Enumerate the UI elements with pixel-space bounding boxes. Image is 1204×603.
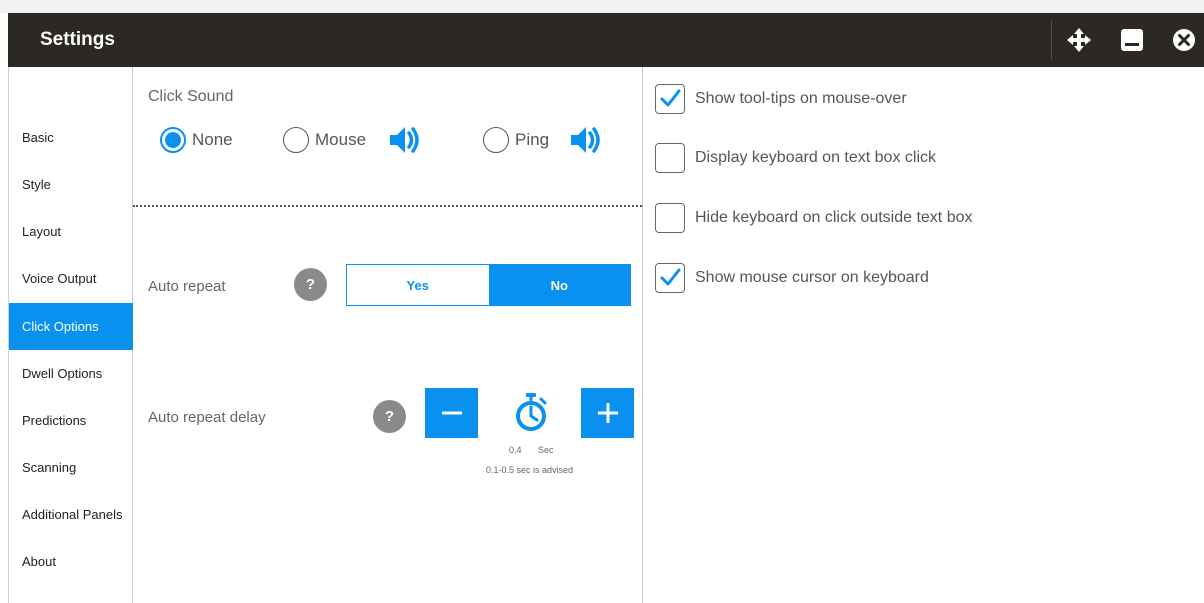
- radio-mouse-circle: [283, 127, 309, 153]
- sidebar-item-additional-panels[interactable]: Additional Panels: [9, 491, 133, 538]
- move-icon: [1067, 28, 1091, 52]
- speaker-icon[interactable]: [569, 123, 603, 157]
- sidebar-item-basic[interactable]: Basic: [9, 114, 133, 161]
- display-keyboard-checkbox[interactable]: [655, 143, 685, 173]
- auto-repeat-toggle: Yes No: [346, 264, 631, 306]
- mouse-cursor-label: Show mouse cursor on keyboard: [695, 269, 929, 286]
- mouse-cursor-checkbox[interactable]: [655, 263, 685, 293]
- radio-mouse-label: Mouse: [315, 130, 367, 149]
- sidebar-item-dwell-options[interactable]: Dwell Options: [9, 350, 133, 397]
- decrease-button[interactable]: [425, 388, 478, 438]
- auto-repeat-label: Auto repeat: [148, 278, 226, 295]
- section-divider: [133, 205, 642, 207]
- plus-icon: [597, 403, 618, 423]
- delay-value: 0.4: [509, 445, 522, 455]
- radio-ping[interactable]: Ping: [483, 127, 549, 153]
- tooltips-checkbox-row[interactable]: Show tool-tips on mouse-over: [655, 84, 907, 114]
- close-icon: [1173, 29, 1195, 51]
- checkmark-icon: [660, 89, 681, 107]
- hide-keyboard-checkbox[interactable]: [655, 203, 685, 233]
- sidebar-item-voice-output[interactable]: Voice Output: [9, 255, 133, 302]
- close-button[interactable]: [1170, 26, 1198, 54]
- radio-none-label: None: [192, 130, 233, 149]
- minimize-icon: [1121, 29, 1143, 51]
- radio-ping-label: Ping: [515, 130, 550, 149]
- radio-none-circle: [160, 127, 186, 153]
- auto-repeat-help-icon[interactable]: ?: [294, 268, 327, 301]
- general-options-panel: Show tool-tips on mouse-over Display key…: [643, 67, 1204, 603]
- auto-repeat-delay-label: Auto repeat delay: [148, 409, 266, 426]
- radio-none[interactable]: None: [160, 127, 233, 153]
- stopwatch-icon: [516, 393, 547, 431]
- hide-keyboard-label: Hide keyboard on click outside text box: [695, 209, 973, 226]
- minus-icon: [441, 411, 462, 415]
- sidebar-item-layout[interactable]: Layout: [9, 208, 133, 255]
- increase-button[interactable]: [581, 388, 634, 438]
- radio-mouse[interactable]: Mouse: [283, 127, 366, 153]
- sidebar-item-about[interactable]: About: [9, 538, 133, 585]
- tooltips-label: Show tool-tips on mouse-over: [695, 90, 907, 107]
- checkmark-icon: [660, 268, 681, 286]
- hide-keyboard-checkbox-row[interactable]: Hide keyboard on click outside text box: [655, 203, 972, 233]
- move-button[interactable]: [1065, 26, 1093, 54]
- sidebar-item-style[interactable]: Style: [9, 161, 133, 208]
- speaker-icon[interactable]: [388, 123, 422, 157]
- auto-repeat-no-button[interactable]: No: [488, 265, 630, 305]
- sidebar: Basic Style Layout Voice Output Click Op…: [8, 67, 133, 603]
- auto-repeat-yes-button[interactable]: Yes: [347, 265, 489, 305]
- sidebar-item-scanning[interactable]: Scanning: [9, 444, 133, 491]
- title-bar: Settings: [8, 13, 1204, 67]
- delay-hint: 0.1-0.5 sec is advised: [486, 465, 574, 475]
- display-keyboard-checkbox-row[interactable]: Display keyboard on text box click: [655, 143, 936, 173]
- sidebar-item-click-options[interactable]: Click Options: [9, 303, 133, 350]
- display-keyboard-label: Display keyboard on text box click: [695, 149, 936, 166]
- delay-unit: Sec: [538, 445, 554, 455]
- sidebar-item-predictions[interactable]: Predictions: [9, 397, 133, 444]
- radio-ping-circle: [483, 127, 509, 153]
- auto-repeat-delay-help-icon[interactable]: ?: [373, 400, 406, 433]
- click-options-panel: Click Sound None Mouse Ping Auto repeat …: [133, 67, 643, 603]
- click-sound-label: Click Sound: [148, 88, 234, 105]
- tooltips-checkbox[interactable]: [655, 84, 685, 114]
- top-strip: [0, 0, 1204, 13]
- title-divider: [1051, 21, 1052, 59]
- mouse-cursor-checkbox-row[interactable]: Show mouse cursor on keyboard: [655, 263, 929, 293]
- minimize-button[interactable]: [1118, 26, 1146, 54]
- window-title: Settings: [40, 29, 115, 50]
